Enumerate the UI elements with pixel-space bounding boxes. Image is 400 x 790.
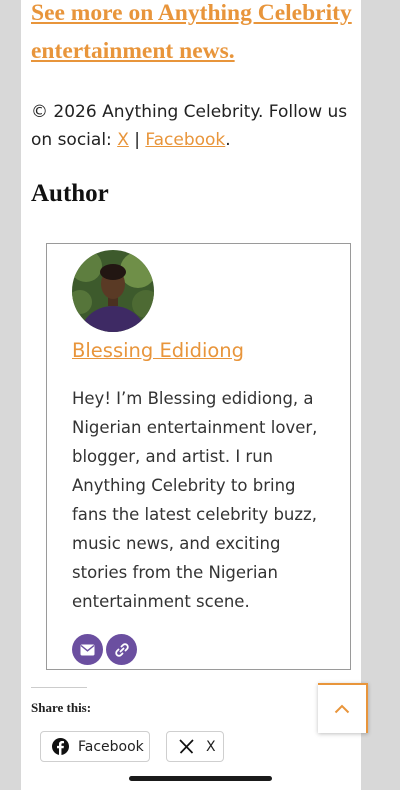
share-x-button[interactable]: X <box>166 731 224 762</box>
author-heading: Author <box>31 180 109 207</box>
x-icon <box>179 739 194 754</box>
author-avatar[interactable] <box>72 250 154 332</box>
share-title: Share this: <box>31 700 92 715</box>
copyright-suffix: . <box>225 130 231 150</box>
author-bio: Hey! I’m Blessing edidiong, a Nigerian e… <box>72 389 318 611</box>
social-link-facebook[interactable]: Facebook <box>145 130 225 150</box>
facebook-icon <box>52 738 69 755</box>
scroll-to-top-button[interactable] <box>318 683 368 733</box>
social-link-x[interactable]: X <box>117 130 129 150</box>
link-icon[interactable] <box>106 634 137 665</box>
author-name-link[interactable]: Blessing Edidiong <box>72 339 244 362</box>
chevron-up-icon <box>334 704 350 714</box>
copyright-separator: | <box>128 130 146 150</box>
email-icon[interactable] <box>72 634 103 665</box>
see-more-link[interactable]: See more on Anything Celebrity entertain… <box>31 0 361 70</box>
share-divider <box>31 687 87 688</box>
author-box: Blessing Edidiong Hey! I’m Blessing edid… <box>46 243 351 670</box>
share-x-label: X <box>206 738 216 755</box>
share-facebook-label: Facebook <box>78 738 144 755</box>
share-facebook-button[interactable]: Facebook <box>40 731 150 762</box>
page-content: See more on Anything Celebrity entertain… <box>21 0 361 790</box>
home-indicator <box>129 776 272 781</box>
copyright-text: © 2026 Anything Celebrity. Follow us on … <box>31 98 351 154</box>
